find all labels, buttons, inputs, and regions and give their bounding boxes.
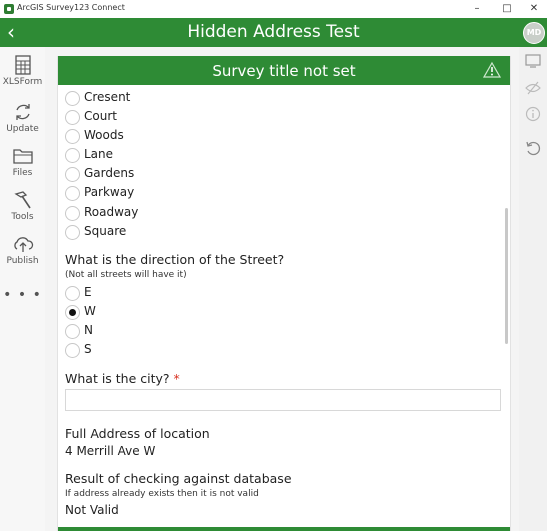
monitor-icon[interactable] xyxy=(525,53,541,69)
scrollbar[interactable] xyxy=(505,208,508,344)
warning-icon[interactable] xyxy=(483,61,501,79)
publish-button[interactable]: Publish xyxy=(0,234,45,266)
radio-button[interactable] xyxy=(65,343,80,358)
option-label: Lane xyxy=(84,147,114,161)
minimize-button[interactable]: – xyxy=(462,0,492,18)
folder-icon xyxy=(12,149,33,164)
option-label: E xyxy=(84,285,92,299)
radio-button[interactable] xyxy=(65,286,80,301)
window-titlebar: ArcGIS Survey123 Connect – □ ✕ xyxy=(0,0,547,18)
avatar[interactable]: MD xyxy=(523,22,545,44)
option-label: Gardens xyxy=(84,166,135,180)
required-marker: * xyxy=(173,371,180,386)
radio-button[interactable] xyxy=(65,324,80,339)
publish-label: Publish xyxy=(6,256,39,266)
left-toolbar: XLSForm Update Files Tools Publish • • • xyxy=(0,47,45,531)
bottom-bar xyxy=(58,527,510,531)
survey-form: Survey title not set Cresent Court Woods… xyxy=(57,56,511,531)
option-label: N xyxy=(84,323,93,337)
update-label: Update xyxy=(6,124,39,134)
survey-header: Survey title not set xyxy=(58,56,510,85)
hammer-icon xyxy=(13,191,31,209)
radio-button[interactable] xyxy=(65,110,80,125)
reset-icon[interactable] xyxy=(525,140,541,156)
files-button[interactable]: Files xyxy=(0,146,45,178)
app-header: ‹ Hidden Address Test MD xyxy=(0,18,547,47)
direction-question-label: What is the direction of the Street? xyxy=(65,252,285,267)
check-result-value: Not Valid xyxy=(65,503,119,517)
page-title: Hidden Address Test xyxy=(187,22,360,42)
radio-button-selected[interactable] xyxy=(65,305,80,320)
full-address-value: 4 Merrill Ave W xyxy=(65,444,156,458)
update-button[interactable]: Update xyxy=(0,102,45,134)
option-label: Court xyxy=(84,109,117,123)
cloud-upload-icon xyxy=(13,237,33,252)
radio-button[interactable] xyxy=(65,167,80,182)
radio-button[interactable] xyxy=(65,129,80,144)
radio-button[interactable] xyxy=(65,186,80,201)
radio-button[interactable] xyxy=(65,206,80,221)
direction-question-hint: (Not all streets will have it) xyxy=(65,270,187,280)
option-label: S xyxy=(84,342,92,356)
option-label: Woods xyxy=(84,128,124,142)
full-address-label: Full Address of location xyxy=(65,426,210,441)
option-label: Square xyxy=(84,224,127,238)
option-label: Roadway xyxy=(84,205,139,219)
refresh-icon xyxy=(15,104,30,120)
eye-hidden-icon[interactable] xyxy=(525,80,541,96)
files-label: Files xyxy=(12,168,33,178)
radio-button[interactable] xyxy=(65,148,80,163)
window-title: ArcGIS Survey123 Connect xyxy=(17,3,125,12)
option-label: Cresent xyxy=(84,90,131,104)
xlsform-button[interactable]: XLSForm xyxy=(0,55,45,87)
tools-button[interactable]: Tools xyxy=(0,190,45,222)
radio-button[interactable] xyxy=(65,91,80,106)
city-input[interactable] xyxy=(65,389,501,411)
maximize-button[interactable]: □ xyxy=(492,0,522,18)
survey-title: Survey title not set xyxy=(212,62,356,80)
tools-label: Tools xyxy=(11,212,34,222)
more-options-button[interactable]: • • • xyxy=(0,287,45,303)
info-icon[interactable] xyxy=(525,106,541,122)
app-icon xyxy=(4,4,14,14)
close-window-button[interactable]: ✕ xyxy=(519,0,547,18)
spreadsheet-icon xyxy=(14,55,31,75)
city-question-label: What is the city? * xyxy=(65,371,180,386)
option-label: Parkway xyxy=(84,185,135,199)
option-label: W xyxy=(84,304,96,318)
check-result-hint: If address already exists then it is not… xyxy=(65,489,259,499)
radio-button[interactable] xyxy=(65,225,80,240)
right-toolbar xyxy=(519,47,547,531)
xlsform-label: XLSForm xyxy=(2,77,43,87)
check-result-label: Result of checking against database xyxy=(65,471,292,486)
city-label-text: What is the city? xyxy=(65,371,170,386)
